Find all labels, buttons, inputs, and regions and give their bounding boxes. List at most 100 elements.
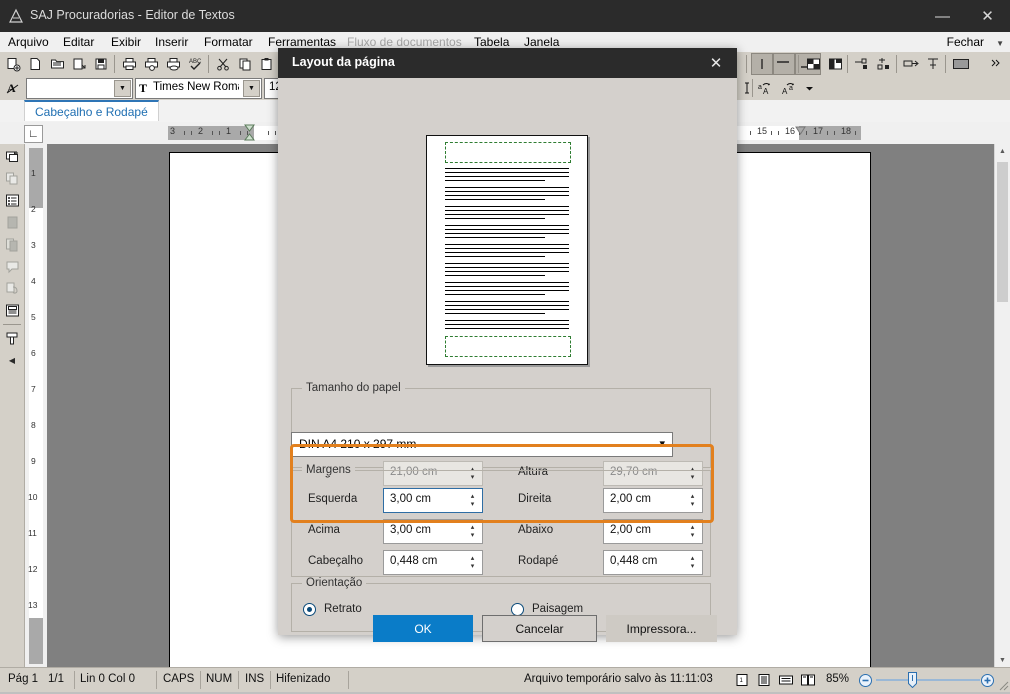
menu-inserir[interactable]: Inserir: [155, 35, 188, 49]
chevron-double-right-icon[interactable]: [988, 54, 1004, 74]
spinner-arrows-icon[interactable]: ▴▾: [684, 490, 701, 511]
paragraph-style-combo[interactable]: ▼: [26, 78, 133, 99]
single-page-view-icon[interactable]: 1: [733, 672, 750, 688]
margin-footer-input[interactable]: 0,448 cm ▴▾: [603, 550, 703, 575]
indent-marker-left[interactable]: [244, 124, 254, 138]
chevron-down-icon[interactable]: ▼: [243, 80, 260, 97]
paper-size-group-title: Tamanho do papel: [302, 382, 405, 394]
indent-icon[interactable]: [901, 54, 921, 74]
paste-icon[interactable]: [257, 54, 277, 74]
book-view-icon[interactable]: [777, 672, 794, 688]
chevron-down-icon[interactable]: ▼: [996, 39, 1004, 48]
minimize-button[interactable]: —: [920, 0, 965, 32]
status-hyphen[interactable]: Hifenizado: [276, 671, 330, 689]
menu-editar[interactable]: Editar: [63, 35, 94, 49]
table-shade-icon[interactable]: [951, 54, 971, 74]
spellcheck-icon[interactable]: ABC: [185, 54, 205, 74]
chevron-down-icon[interactable]: [803, 78, 815, 98]
insert-object-icon[interactable]: [2, 146, 22, 166]
blank-page-icon[interactable]: [25, 54, 45, 74]
list-icon[interactable]: [2, 190, 22, 210]
open-recent-icon[interactable]: [69, 54, 89, 74]
menu-arquivo[interactable]: Arquivo: [8, 35, 49, 49]
two-page-view-icon[interactable]: [799, 672, 816, 688]
open-folder-icon[interactable]: [47, 54, 67, 74]
cancel-button[interactable]: Cancelar: [482, 615, 597, 642]
spinner-arrows-icon[interactable]: ▴▾: [464, 490, 481, 511]
print-page-icon[interactable]: [2, 300, 22, 320]
menu-janela[interactable]: Janela: [524, 35, 559, 49]
margin-header-input[interactable]: 0,448 cm ▴▾: [383, 550, 483, 575]
zoom-out-icon[interactable]: [857, 672, 874, 688]
dialog-body: Tamanho do papel DIN A4 210 x 297 mm ▾ L…: [278, 78, 737, 635]
change-case-down-icon[interactable]: Aa: [781, 78, 801, 98]
zoom-in-icon[interactable]: [979, 672, 996, 688]
resize-grip-icon[interactable]: [995, 677, 1009, 691]
formula-icon[interactable]: [923, 54, 943, 74]
spinner-arrows-icon[interactable]: ▴▾: [464, 521, 481, 542]
menu-ferramentas[interactable]: Ferramentas: [268, 35, 336, 49]
indent-marker-right[interactable]: [795, 124, 805, 138]
format-painter-icon[interactable]: [2, 328, 22, 348]
collapse-left-icon[interactable]: ◀: [2, 350, 22, 370]
menu-tabela[interactable]: Tabela: [474, 35, 509, 49]
orientation-landscape-label[interactable]: Paisagem: [532, 603, 583, 615]
style-a-icon[interactable]: A: [3, 78, 23, 98]
vertical-scrollbar[interactable]: ▲ ▼: [994, 144, 1010, 668]
chevron-down-icon[interactable]: ▾: [659, 437, 665, 450]
margin-right-input[interactable]: 2,00 cm ▴▾: [603, 488, 703, 513]
text-cursor-icon[interactable]: [737, 78, 757, 98]
zoom-slider-track[interactable]: [876, 679, 980, 681]
printer-button[interactable]: Impressora...: [606, 615, 717, 642]
zoom-slider-thumb[interactable]: [908, 672, 917, 688]
vertical-ruler[interactable]: 1 2 3 4 5 6 7 8 9 10 11 12 13: [25, 144, 48, 668]
paper-size-select[interactable]: DIN A4 210 x 297 mm ▾: [291, 432, 673, 457]
paragraph-marks-icon[interactable]: [752, 54, 772, 74]
tab-left-icon[interactable]: ∟: [24, 125, 43, 143]
margin-bottom-input[interactable]: 2,00 cm ▴▾: [603, 519, 703, 544]
status-ins[interactable]: INS: [245, 671, 264, 689]
spinner-arrows-icon[interactable]: ▴▾: [684, 552, 701, 573]
spinner-arrows-icon[interactable]: ▴▾: [464, 552, 481, 573]
margin-left-input[interactable]: 3,00 cm ▴▾: [383, 488, 483, 513]
continuous-view-icon[interactable]: [755, 672, 772, 688]
orientation-portrait-radio[interactable]: [303, 603, 316, 616]
cut-icon[interactable]: [213, 54, 233, 74]
table-grid-icon[interactable]: [803, 54, 823, 74]
insert-symbol-icon[interactable]: [874, 54, 894, 74]
line-spacing-icon[interactable]: [774, 54, 794, 74]
status-caps[interactable]: CAPS: [163, 671, 194, 689]
copy-icon[interactable]: [235, 54, 255, 74]
save-icon[interactable]: [91, 54, 111, 74]
page-icon[interactable]: [2, 212, 22, 232]
insert-field-icon[interactable]: [852, 54, 872, 74]
menu-exibir[interactable]: Exibir: [111, 35, 141, 49]
dialog-close-button[interactable]: ✕: [695, 48, 737, 78]
scrollbar-thumb[interactable]: [997, 162, 1008, 302]
ok-button[interactable]: OK: [373, 615, 473, 642]
close-button[interactable]: ✕: [965, 0, 1010, 32]
attach-clip-icon[interactable]: [2, 278, 22, 298]
comment-icon[interactable]: [2, 256, 22, 276]
orientation-portrait-label[interactable]: Retrato: [324, 603, 362, 615]
ruler-margin-left: [168, 126, 254, 140]
scroll-down-icon[interactable]: ▼: [995, 653, 1010, 668]
menu-formatar[interactable]: Formatar: [204, 35, 253, 49]
font-name-combo[interactable]: T Times New Roman ▼: [135, 78, 262, 99]
copy-page-icon[interactable]: [2, 168, 22, 188]
print-setup-icon[interactable]: [163, 54, 183, 74]
tab-cabecalho-e-rodape[interactable]: Cabeçalho e Rodapé: [24, 100, 159, 121]
print-preview-icon[interactable]: [141, 54, 161, 74]
chevron-down-icon[interactable]: ▼: [114, 80, 131, 97]
table-split-icon[interactable]: [825, 54, 845, 74]
print-icon[interactable]: [119, 54, 139, 74]
status-num[interactable]: NUM: [206, 671, 232, 689]
zoom-level-label: 85%: [826, 671, 849, 689]
change-case-up-icon[interactable]: aA: [757, 78, 777, 98]
margin-top-input[interactable]: 3,00 cm ▴▾: [383, 519, 483, 544]
menu-fechar[interactable]: Fechar: [947, 35, 984, 49]
duplicate-page-icon[interactable]: [2, 234, 22, 254]
spinner-arrows-icon[interactable]: ▴▾: [684, 521, 701, 542]
scroll-up-icon[interactable]: ▲: [995, 144, 1010, 159]
new-document-icon[interactable]: [3, 54, 23, 74]
